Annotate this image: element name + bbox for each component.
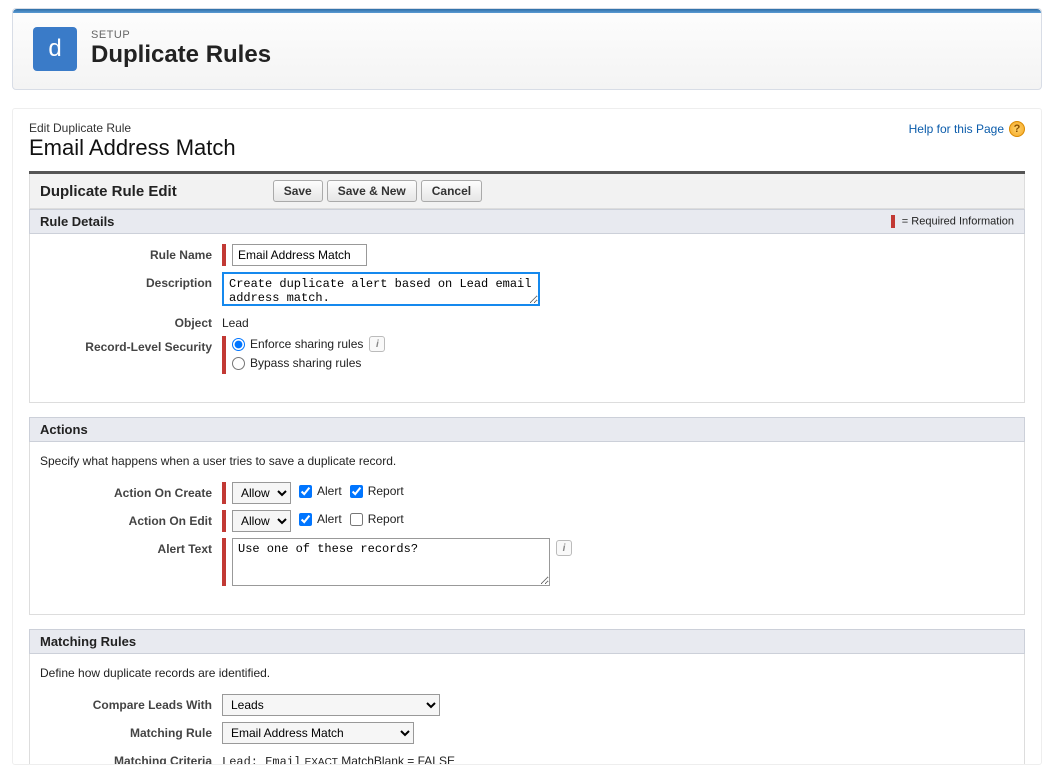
rule-name-label: Rule Name	[40, 244, 222, 262]
required-info-text: = Required Information	[902, 215, 1014, 227]
object-label: Object	[40, 312, 222, 330]
header-eyebrow: SETUP	[91, 29, 271, 41]
compare-with-select[interactable]: Leads	[222, 694, 440, 716]
rule-details-body: Rule Name Description Create duplicate a…	[29, 234, 1025, 403]
header-text-block: SETUP Duplicate Rules	[91, 29, 271, 69]
content-scroll-area[interactable]: Edit Duplicate Rule Email Address Match …	[12, 108, 1042, 765]
matching-body: Compare Leads With Leads Matching Rule E…	[29, 694, 1025, 765]
page-title: Email Address Match	[29, 135, 236, 161]
actions-header: Actions	[29, 417, 1025, 442]
enforce-sharing-label: Enforce sharing rules	[250, 337, 363, 351]
actions-title: Actions	[40, 422, 88, 437]
description-label: Description	[40, 272, 222, 290]
alert-text-label: Alert Text	[40, 538, 222, 556]
required-marker-icon	[891, 215, 895, 228]
matching-rules-title: Matching Rules	[40, 634, 136, 649]
rule-name-input[interactable]	[232, 244, 367, 266]
save-button[interactable]: Save	[273, 180, 323, 202]
matching-rule-label: Matching Rule	[40, 722, 222, 740]
action-on-edit-select[interactable]: Allow	[232, 510, 291, 532]
create-report-checkbox[interactable]	[350, 485, 363, 498]
security-label: Record-Level Security	[40, 336, 222, 354]
cancel-button[interactable]: Cancel	[421, 180, 482, 202]
create-alert-checkbox[interactable]	[299, 485, 312, 498]
help-link-label: Help for this Page	[909, 122, 1004, 136]
object-value: Lead	[222, 312, 249, 330]
description-textarea[interactable]: Create duplicate alert based on Lead ema…	[222, 272, 540, 306]
rule-details-header: Rule Details = Required Information	[29, 209, 1025, 234]
actions-intro: Specify what happens when a user tries t…	[29, 442, 1025, 482]
action-on-edit-label: Action On Edit	[40, 510, 222, 528]
alert-text-textarea[interactable]: Use one of these records?	[232, 538, 550, 586]
edit-section-title: Duplicate Rule Edit	[40, 183, 177, 200]
info-icon[interactable]: i	[556, 540, 572, 556]
edit-alert-checkbox[interactable]	[299, 513, 312, 526]
matching-intro: Define how duplicate records are identif…	[29, 654, 1025, 694]
create-report-label: Report	[368, 484, 404, 498]
rule-details-title: Rule Details	[40, 214, 114, 229]
help-link[interactable]: Help for this Page ?	[909, 121, 1025, 137]
matching-rules-header: Matching Rules	[29, 629, 1025, 654]
edit-section-bar: Duplicate Rule Edit Save Save & New Canc…	[29, 174, 1025, 209]
setup-page-header: d SETUP Duplicate Rules	[12, 8, 1042, 90]
edit-alert-label: Alert	[317, 512, 342, 526]
matching-rule-select[interactable]: Email Address Match	[222, 722, 414, 744]
matching-criteria-label: Matching Criteria	[40, 750, 222, 765]
edit-report-checkbox[interactable]	[350, 513, 363, 526]
create-alert-label: Alert	[317, 484, 342, 498]
bypass-sharing-label: Bypass sharing rules	[250, 356, 361, 370]
required-info: = Required Information	[891, 215, 1014, 228]
help-icon: ?	[1009, 121, 1025, 137]
matching-criteria-value: Lead: Email EXACT MatchBlank = FALSE	[222, 750, 455, 765]
header-title: Duplicate Rules	[91, 41, 271, 69]
edit-report-label: Report	[368, 512, 404, 526]
breadcrumb: Edit Duplicate Rule	[29, 121, 236, 135]
duplicate-rules-icon: d	[33, 27, 77, 71]
bypass-sharing-radio[interactable]	[232, 357, 245, 370]
save-and-new-button[interactable]: Save & New	[327, 180, 417, 202]
action-on-create-label: Action On Create	[40, 482, 222, 500]
actions-body: Action On Create Allow Alert Report Acti…	[29, 482, 1025, 615]
action-on-create-select[interactable]: Allow	[232, 482, 291, 504]
page-title-row: Edit Duplicate Rule Email Address Match …	[29, 121, 1025, 161]
enforce-sharing-radio[interactable]	[232, 338, 245, 351]
info-icon[interactable]: i	[369, 336, 385, 352]
compare-with-label: Compare Leads With	[40, 694, 222, 712]
